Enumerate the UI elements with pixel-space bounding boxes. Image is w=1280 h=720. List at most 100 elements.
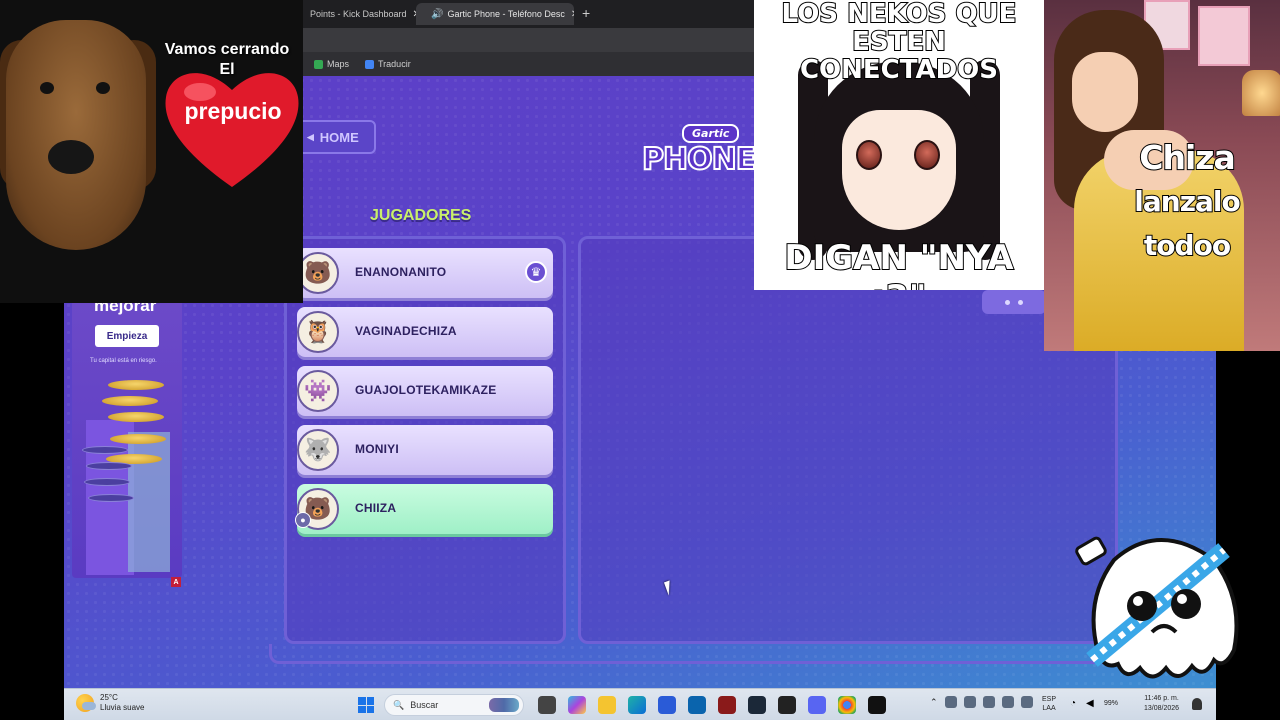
task-view-icon[interactable] xyxy=(538,696,556,714)
battery-indicator[interactable]: 99% xyxy=(1104,700,1118,707)
capcut-icon[interactable] xyxy=(868,696,886,714)
chrome-icon[interactable] xyxy=(838,696,856,714)
dot-icon xyxy=(1018,299,1023,305)
taskbar: 25°C Lluvia suave 🔍 Buscar ⌃ ESP LAA ◔ ◀… xyxy=(64,688,1216,720)
cat-caption: Chiza lanzalo todoo xyxy=(1092,136,1280,268)
search-highlight-image xyxy=(489,698,519,712)
steam-icon[interactable] xyxy=(748,696,766,714)
weather-condition: Lluvia suave xyxy=(100,703,145,712)
chevron-up-icon[interactable]: ⌃ xyxy=(930,697,938,708)
coin-icon xyxy=(110,434,166,444)
side-ad[interactable]: mejorar Empieza Tu capital está en riesg… xyxy=(72,300,182,578)
avatar: 🐺 xyxy=(297,429,339,471)
file-explorer-icon[interactable] xyxy=(598,696,616,714)
volume-icon[interactable]: ◀ xyxy=(1086,698,1094,709)
dot-icon xyxy=(1005,299,1010,305)
bookmark-maps[interactable]: Maps xyxy=(314,59,349,70)
coin-icon xyxy=(102,396,158,406)
stack-icon xyxy=(88,494,134,502)
microphone-icon[interactable] xyxy=(1001,696,1014,708)
neko-face xyxy=(842,110,956,230)
cat-face xyxy=(1072,52,1138,132)
bookmark-translate[interactable]: Traducir xyxy=(365,59,411,70)
ad-choices-icon[interactable]: A xyxy=(171,577,181,587)
player-name: GUAJOLOTEKAMIKAZE xyxy=(355,383,497,397)
dog-meme-overlay: Vamos cerrando El prepucio xyxy=(0,0,303,303)
cat-caption-line2: lanzalo todoo xyxy=(1133,184,1241,263)
cat-meme-overlay: Chiza lanzalo todoo xyxy=(1044,0,1280,351)
weather-widget[interactable]: 25°C Lluvia suave xyxy=(76,693,144,713)
neko-eye xyxy=(914,140,940,170)
outlook-icon[interactable] xyxy=(688,696,706,714)
speaker-icon[interactable]: 🔊 xyxy=(431,9,443,20)
settings-tab[interactable] xyxy=(982,290,1046,314)
dog-image xyxy=(6,20,146,250)
neko-bottom-caption: DIGAN "NYA :3" xyxy=(783,237,1014,290)
players-title: JUGADORES xyxy=(370,207,472,224)
player-name: MONIYI xyxy=(355,442,399,456)
lamp-image xyxy=(1242,70,1280,116)
valorant-icon[interactable] xyxy=(718,696,736,714)
notification-bell-icon[interactable] xyxy=(1192,698,1202,710)
weather-icon xyxy=(76,694,96,712)
panel-frame xyxy=(269,644,1149,664)
taskbar-search[interactable]: 🔍 Buscar xyxy=(384,694,524,716)
tab-gartic-phone[interactable]: 🔊 Gartic Phone - Teléfono Desc ✕ xyxy=(416,3,574,25)
clock[interactable]: 11:46 p. m. 13/08/2026 xyxy=(1144,694,1179,714)
player-name: CHIIZA xyxy=(355,501,397,515)
coin-icon xyxy=(108,380,164,390)
dog-eye xyxy=(96,82,110,94)
ad-note: Tu capital está en riesgo. xyxy=(90,358,157,364)
tray-app-icon[interactable] xyxy=(963,696,976,708)
ad-start-button[interactable]: Empieza xyxy=(95,325,159,347)
avatar: 🐻 xyxy=(297,252,339,294)
dog-eye xyxy=(40,82,54,94)
screen: Points - Kick Dashboard ✕ 🔊 Gartic Phone… xyxy=(0,0,1280,720)
player-row: 🐻 ENANONANITO ♛ xyxy=(297,248,553,298)
store-icon[interactable] xyxy=(658,696,676,714)
stack-icon xyxy=(84,478,130,486)
heart-word: prepucio xyxy=(184,98,282,124)
dog-caption-line: Vamos cerrando xyxy=(164,41,290,58)
close-icon[interactable]: ✕ xyxy=(407,9,416,20)
tab-kick-dashboard[interactable]: Points - Kick Dashboard ✕ xyxy=(304,3,416,25)
dog-nose xyxy=(48,140,94,174)
clock-time: 11:46 p. m. xyxy=(1144,695,1179,702)
stack-icon xyxy=(82,446,128,454)
new-tab-button[interactable]: + xyxy=(582,5,590,21)
poster-sign2 xyxy=(1198,6,1250,66)
logo-big: PHONE xyxy=(641,141,757,178)
system-tray: ⌃ xyxy=(930,696,1033,708)
coin-icon xyxy=(108,412,164,422)
copilot-icon[interactable] xyxy=(568,696,586,714)
ghost-mascot-image xyxy=(1075,536,1239,679)
tray-app-icon[interactable] xyxy=(944,696,957,708)
temperature: 25°C xyxy=(100,693,118,702)
avatar: 👾 xyxy=(297,370,339,412)
player-row: 👾 GUAJOLOTEKAMIKAZE xyxy=(297,366,553,416)
home-label: HOME xyxy=(319,129,359,145)
close-icon[interactable]: ✕ xyxy=(565,9,574,20)
heart-icon xyxy=(165,73,299,187)
logo-small: Gartic xyxy=(682,124,740,143)
tab-label: Gartic Phone - Teléfono Desc xyxy=(447,9,565,19)
player-name: ENANONANITO xyxy=(355,265,447,279)
tray-app-icon[interactable] xyxy=(982,696,995,708)
wifi-icon[interactable]: ◔ xyxy=(1070,698,1076,709)
search-icon: 🔍 xyxy=(393,699,405,710)
language-indicator[interactable]: ESP LAA xyxy=(1042,695,1056,713)
edge-icon[interactable] xyxy=(628,696,646,714)
back-arrow-icon: ◂ xyxy=(307,129,314,144)
tab-label: Points - Kick Dashboard xyxy=(310,9,407,19)
translate-icon xyxy=(365,60,375,70)
start-button[interactable] xyxy=(358,697,374,713)
user-icon: ● xyxy=(295,512,311,528)
gartic-phone-logo: Gartic PHONE xyxy=(641,120,762,192)
player-row: 🦉 VAGINADECHIZA xyxy=(297,307,553,357)
discord-icon[interactable] xyxy=(808,696,826,714)
neko-top-caption: LOS NEKOS QUE ESTEN CONECTADOS xyxy=(781,0,1018,85)
pen-icon[interactable] xyxy=(1020,696,1033,708)
neko-meme-overlay: LOS NEKOS QUE ESTEN CONECTADOS DIGAN "NY… xyxy=(754,0,1044,290)
player-row-self: 🐻 ● CHIIZA xyxy=(295,484,553,534)
obs-icon[interactable] xyxy=(778,696,796,714)
